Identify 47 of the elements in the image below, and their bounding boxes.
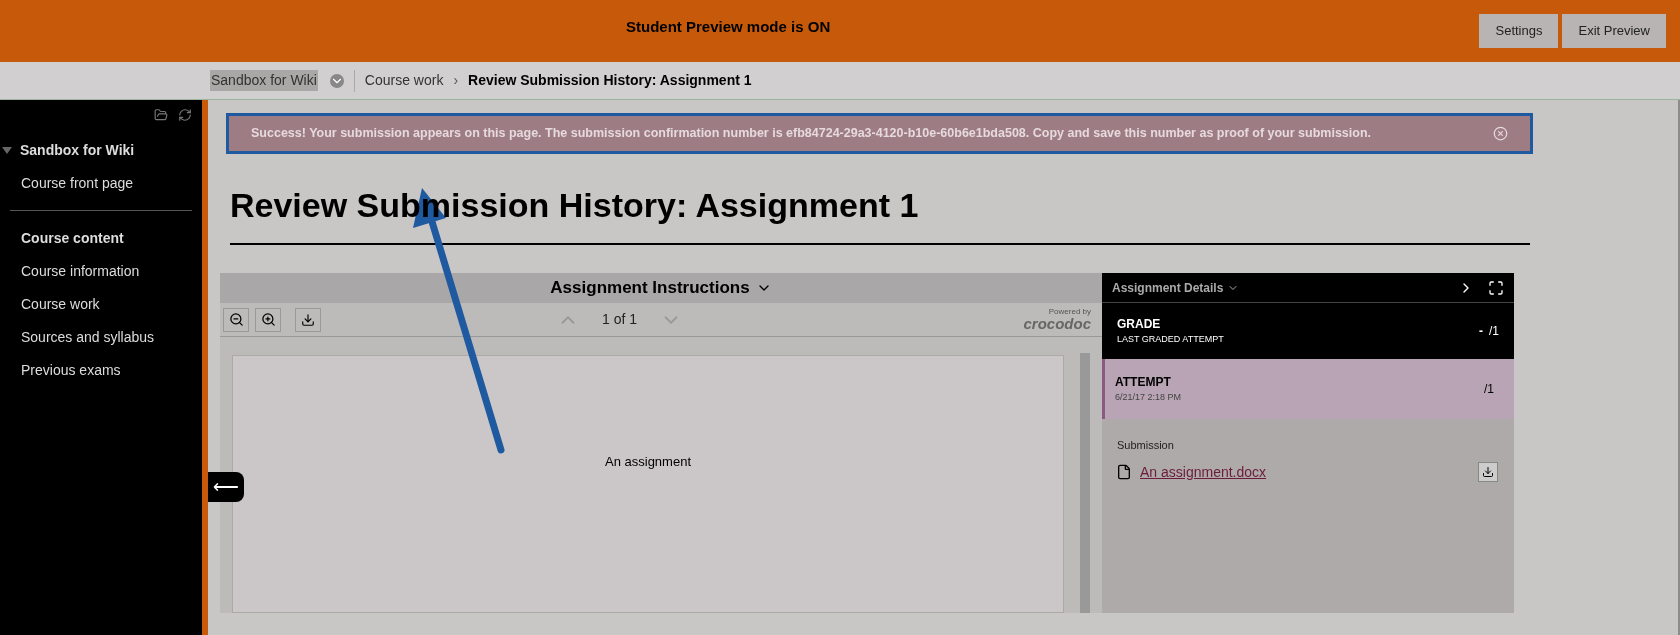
document-text: An assignment xyxy=(605,453,691,471)
grade-sublabel: LAST GRADED ATTEMPT xyxy=(1117,333,1224,347)
zoom-in-icon xyxy=(260,312,276,327)
download-icon xyxy=(1482,466,1494,478)
file-icon xyxy=(1116,463,1132,481)
powered-by-label: Powered by xyxy=(1048,308,1091,316)
attempt-label: ATTEMPT xyxy=(1115,374,1172,392)
sidebar-item[interactable]: Course information xyxy=(0,261,202,282)
preview-message: Student Preview mode is ON xyxy=(626,17,831,37)
scrollbar[interactable] xyxy=(1080,353,1090,613)
dropdown-icon[interactable] xyxy=(329,73,344,88)
zoom-in-button[interactable] xyxy=(255,307,281,332)
course-title[interactable]: Sandbox for Wiki xyxy=(20,140,135,161)
collapse-caret-icon[interactable] xyxy=(2,146,12,155)
download-button[interactable] xyxy=(1478,462,1498,482)
file-link[interactable]: An assignment.docx xyxy=(1140,461,1267,483)
refresh-icon[interactable] xyxy=(178,108,192,122)
breadcrumb-link[interactable]: Sandbox for Wiki xyxy=(210,70,318,91)
zoom-out-button[interactable] xyxy=(223,307,249,332)
download-button[interactable] xyxy=(295,307,321,332)
zoom-out-icon xyxy=(228,312,244,327)
grade-total: /1 xyxy=(1489,323,1499,340)
preview-button[interactable]: Exit Preview xyxy=(1562,14,1666,48)
sidebar-item[interactable]: Course front page xyxy=(0,173,202,194)
grade-label: GRADE xyxy=(1117,316,1162,334)
submission-label: Submission xyxy=(1117,438,1175,453)
breadcrumb-separator: › xyxy=(453,71,459,90)
fullscreen-icon[interactable] xyxy=(1488,279,1504,296)
sidebar-item[interactable]: Previous exams xyxy=(0,360,202,381)
brand-logo: crocodoc xyxy=(1023,316,1091,331)
attempt-total: /1 xyxy=(1484,381,1494,398)
page-counter: 1 of 1 xyxy=(602,310,638,329)
preview-button[interactable]: Settings xyxy=(1479,14,1559,48)
grade-score: - xyxy=(1479,323,1483,340)
sidebar-item[interactable]: Course work xyxy=(0,294,202,315)
back-button[interactable]: ⟵ xyxy=(208,472,244,502)
alert-message: Success! Your submission appears on this page. The submission confirmation number is efb84724-29a3-4120-b10e-60b6e1bda508. Copy and save this number as proof of your submission. xyxy=(251,125,1372,142)
details-title[interactable]: Assignment Details xyxy=(1112,278,1240,297)
close-icon[interactable] xyxy=(1493,126,1508,141)
sidebar-item[interactable]: Sources and syllabus xyxy=(0,327,202,348)
breadcrumb-link[interactable]: Course work xyxy=(364,70,444,91)
folder-icon[interactable] xyxy=(154,108,168,122)
download-icon xyxy=(301,312,315,327)
attempt-date: 6/21/17 2:18 PM xyxy=(1115,391,1182,405)
sidebar-section-title: Course content xyxy=(20,229,125,248)
breadcrumb-current: Review Submission History: Assignment 1 xyxy=(468,71,752,90)
attempt-row[interactable]: ATTEMPT 6/21/17 2:18 PM /1 xyxy=(1102,359,1514,419)
